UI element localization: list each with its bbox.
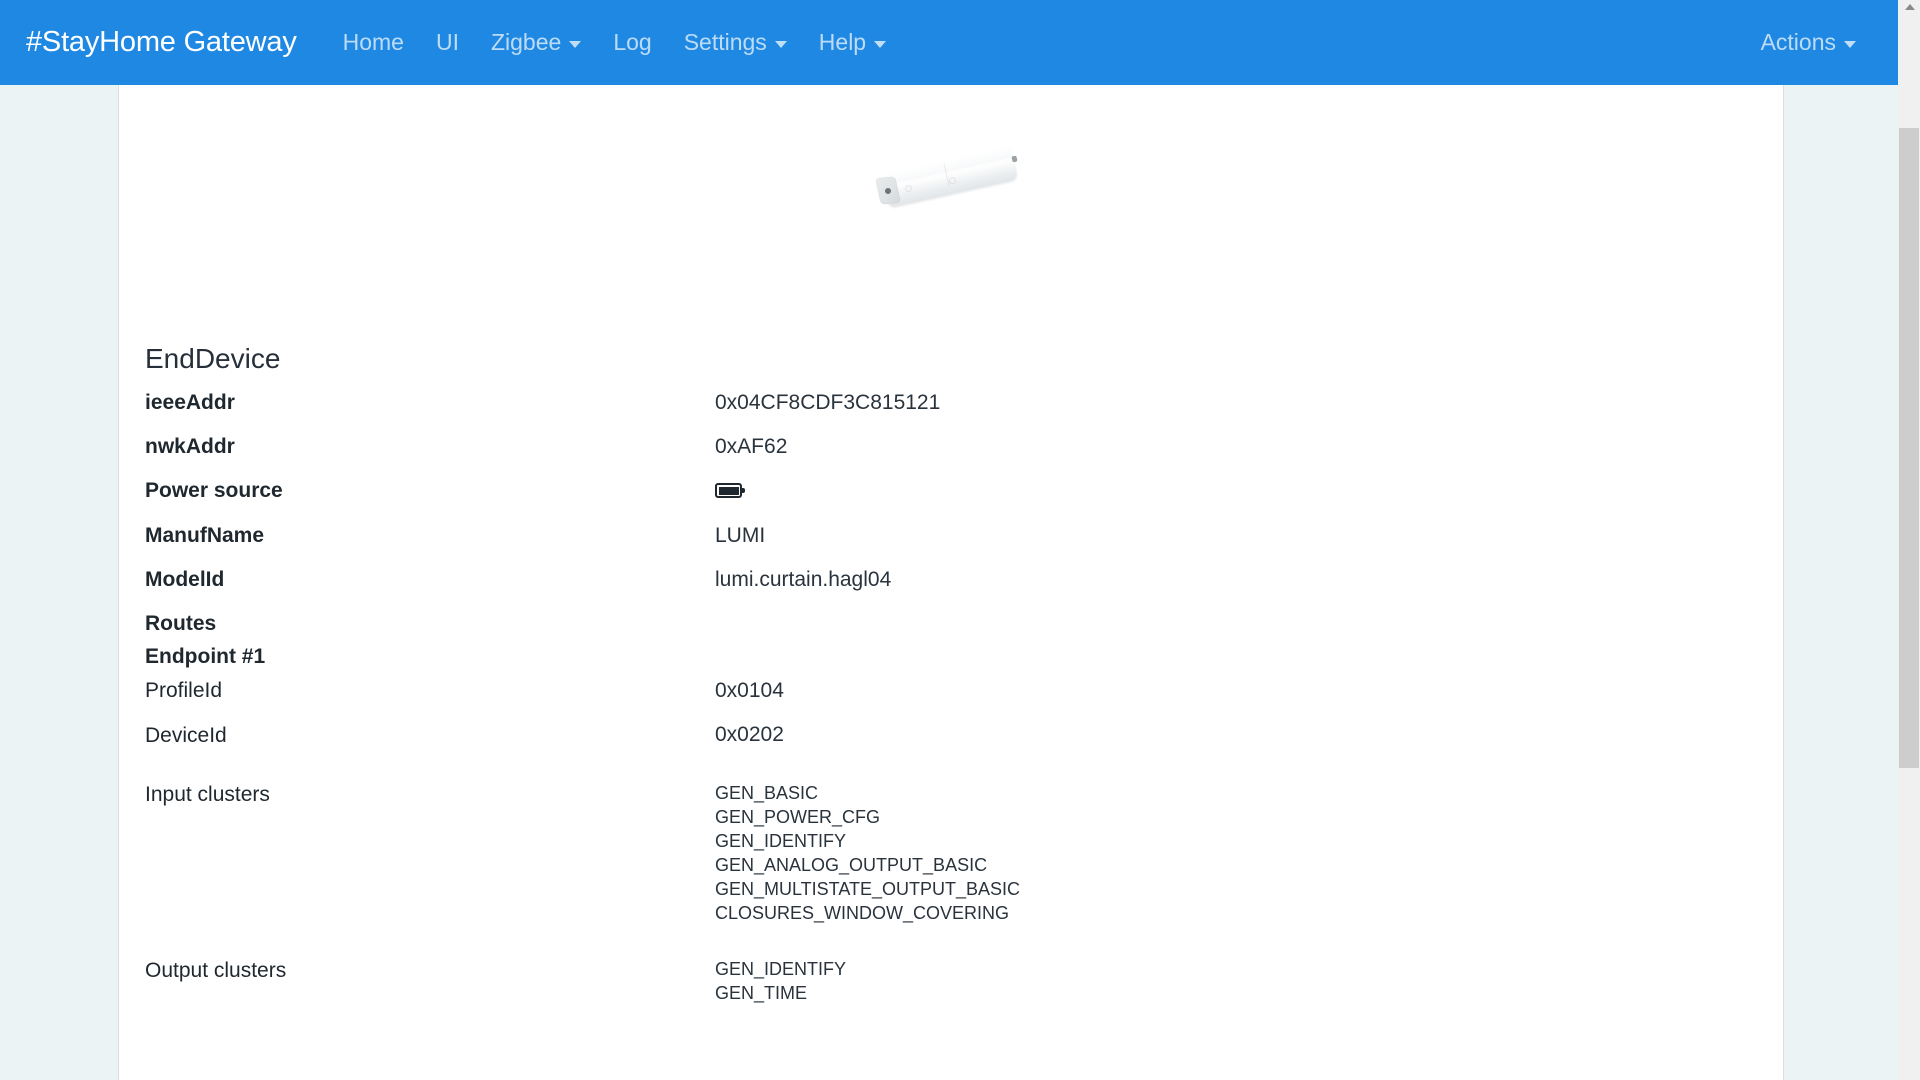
property-row-power-source: Power source <box>145 478 1745 505</box>
battery-fill <box>718 486 739 495</box>
property-label: Output clusters <box>145 959 287 982</box>
top-navbar: #StayHome Gateway Home UI Zigbee Log Set… <box>0 0 1898 85</box>
page-title: EndDevice <box>145 343 281 374</box>
list-item: CLOSURES_WINDOW_COVERING <box>715 903 1010 923</box>
property-value: lumi.curtain.hagl04 <box>715 568 892 591</box>
battery-full-icon <box>715 483 745 498</box>
vertical-scrollbar[interactable] <box>1898 0 1920 1080</box>
property-value: 0x04CF8CDF3C815121 <box>715 391 941 414</box>
nav-item-home[interactable]: Home <box>327 25 420 60</box>
list-item: GEN_POWER_CFG <box>715 807 881 827</box>
list-item: GEN_BASIC <box>715 783 819 803</box>
nav-items: Home UI Zigbee Log Settings Help <box>327 25 902 60</box>
chevron-down-icon <box>1844 41 1856 48</box>
property-row-modelid: ModelId lumi.curtain.hagl04 <box>145 567 1745 593</box>
property-value: 0x0104 <box>715 679 784 702</box>
device-end-hole <box>1011 155 1018 163</box>
property-label: nwkAddr <box>145 435 235 458</box>
scrollbar-thumb[interactable] <box>1899 128 1919 768</box>
property-row-endpoint-1: Endpoint #1 <box>145 644 1745 670</box>
nav-item-ui[interactable]: UI <box>420 25 475 60</box>
property-label: ManufName <box>145 524 265 547</box>
list-item: GEN_IDENTIFY <box>715 831 847 851</box>
device-button-dot <box>906 186 911 191</box>
list-item: GEN_ANALOG_OUTPUT_BASIC <box>715 855 988 875</box>
output-cluster-list: GEN_IDENTIFY GEN_TIME <box>715 957 846 1005</box>
property-label: Power source <box>145 479 283 502</box>
device-image-figure <box>119 85 1783 275</box>
content-container: EndDevice ieeeAddr 0x04CF8CDF3C815121 nw… <box>118 85 1784 1080</box>
property-label: Routes <box>145 612 217 635</box>
nav-item-label: Log <box>613 29 652 55</box>
scroll-up-arrow-icon[interactable] <box>1905 4 1915 10</box>
property-label: ModelId <box>145 568 225 591</box>
nav-item-log[interactable]: Log <box>597 25 667 60</box>
chevron-down-icon <box>569 41 582 48</box>
nav-item-label: Home <box>342 29 404 55</box>
device-property-list: ieeeAddr 0x04CF8CDF3C815121 nwkAddr 0xAF… <box>145 390 1745 1037</box>
property-row-manufname: ManufName LUMI <box>145 523 1745 549</box>
property-row-ieeeaddr: ieeeAddr 0x04CF8CDF3C815121 <box>145 390 1745 416</box>
endpoint-heading: Endpoint #1 <box>145 645 266 668</box>
property-label: ProfileId <box>145 679 223 702</box>
nav-item-label: Zigbee <box>490 29 562 55</box>
property-row-nwkaddr: nwkAddr 0xAF62 <box>145 434 1745 460</box>
property-row-deviceid: DeviceId 0x0202 <box>145 722 1745 749</box>
nav-item-label: Settings <box>683 29 767 55</box>
property-label: Input clusters <box>145 783 270 806</box>
input-cluster-list: GEN_BASIC GEN_POWER_CFG GEN_IDENTIFY GEN… <box>715 781 1020 925</box>
curtain-motor-device-image <box>866 140 1036 220</box>
nav-item-label: Help <box>818 29 867 55</box>
property-label: ieeeAddr <box>145 391 235 414</box>
nav-item-help[interactable]: Help <box>803 25 902 60</box>
chevron-down-icon <box>774 41 787 48</box>
device-button-dot <box>950 178 955 183</box>
property-row-output-clusters: Output clusters GEN_IDENTIFY GEN_TIME <box>145 957 1745 1005</box>
property-value: LUMI <box>715 524 766 547</box>
nav-item-label: UI <box>435 29 459 55</box>
device-port-icon <box>885 188 891 194</box>
property-row-profileid: ProfileId 0x0104 <box>145 678 1745 704</box>
property-value: 0x0202 <box>715 723 784 746</box>
nav-item-zigbee[interactable]: Zigbee <box>475 25 597 60</box>
nav-right-group: Actions <box>1745 25 1872 60</box>
brand-title[interactable]: #StayHome Gateway <box>26 26 297 59</box>
property-value: 0xAF62 <box>715 435 788 458</box>
property-row-routes: Routes <box>145 611 1745 637</box>
nav-item-settings[interactable]: Settings <box>668 25 803 60</box>
list-item: GEN_MULTISTATE_OUTPUT_BASIC <box>715 879 1021 899</box>
chevron-down-icon <box>874 41 887 48</box>
list-item: GEN_TIME <box>715 983 808 1003</box>
nav-item-actions[interactable]: Actions <box>1745 25 1872 60</box>
list-item: GEN_IDENTIFY <box>715 959 847 979</box>
nav-item-label: Actions <box>1760 29 1836 55</box>
property-row-input-clusters: Input clusters GEN_BASIC GEN_POWER_CFG G… <box>145 781 1745 925</box>
property-label: DeviceId <box>145 724 227 747</box>
property-value <box>715 478 745 505</box>
